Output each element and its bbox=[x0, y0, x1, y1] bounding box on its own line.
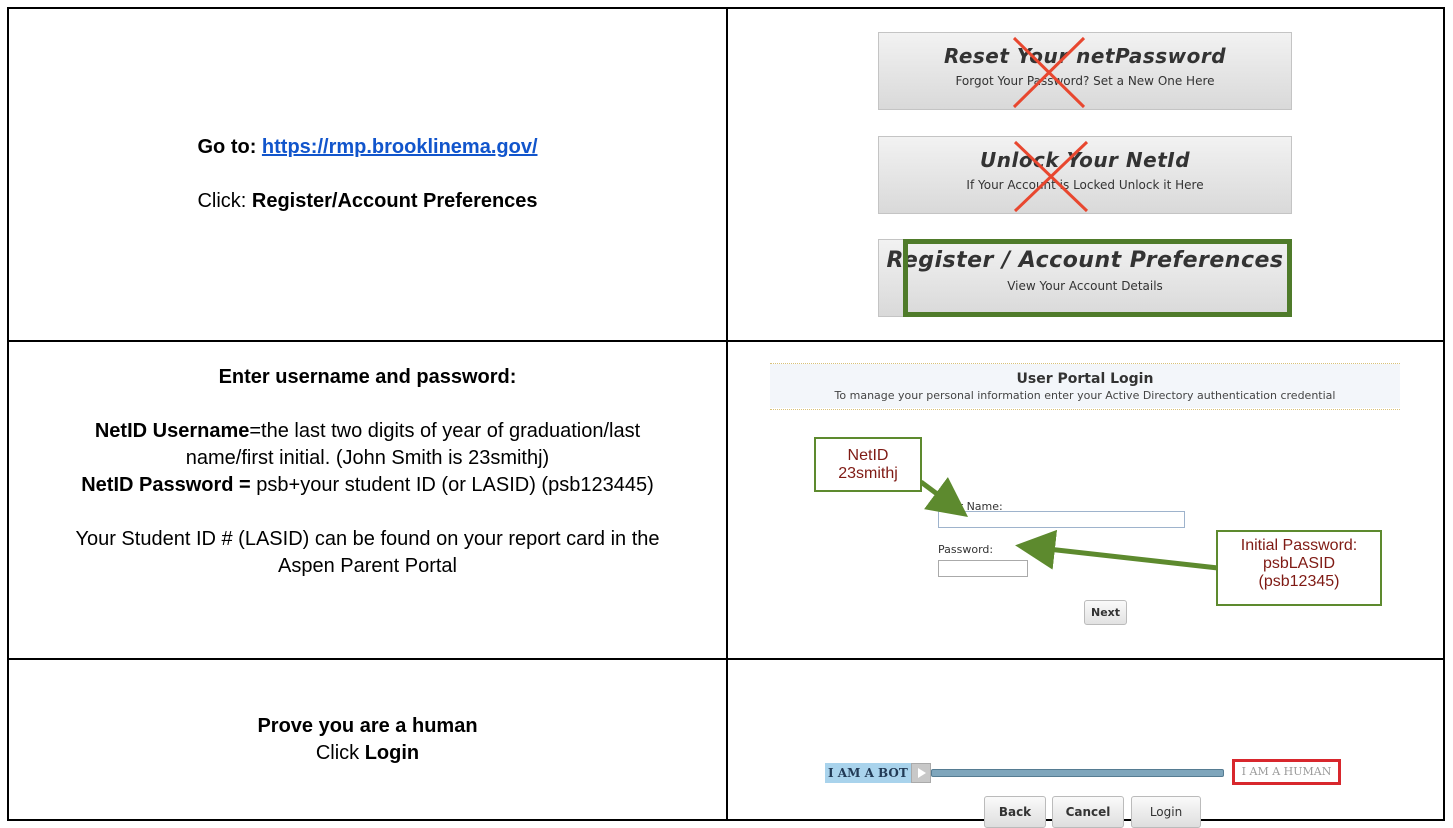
human-target[interactable]: I AM A HUMAN bbox=[1232, 759, 1341, 785]
netid-callout-line1: NetID bbox=[847, 447, 889, 464]
bot-label: I AM A BOT bbox=[825, 763, 911, 783]
play-arrow-icon bbox=[918, 768, 926, 778]
password-callout-line1: Initial Password: bbox=[1240, 537, 1358, 554]
arrow-icon bbox=[1015, 529, 1219, 571]
arrow-icon bbox=[919, 477, 969, 517]
login-click-label: Click bbox=[315, 741, 365, 764]
step3-heading: Prove you are a human bbox=[257, 714, 478, 737]
back-button[interactable]: Back bbox=[984, 796, 1046, 828]
login-button[interactable]: Login bbox=[1131, 796, 1201, 828]
password-callout: Initial Password: psbLASID (psb12345) bbox=[1216, 530, 1382, 606]
password-callout-line2: psbLASID bbox=[1262, 555, 1336, 572]
human-slider-track[interactable] bbox=[931, 769, 1224, 777]
login-click-target: Login bbox=[364, 741, 420, 764]
login-instruction: Click Login bbox=[316, 740, 419, 767]
slider-handle[interactable] bbox=[911, 763, 931, 783]
cancel-button[interactable]: Cancel bbox=[1052, 796, 1124, 828]
netid-callout-line2: 23smithj bbox=[838, 465, 898, 482]
password-callout-line3: (psb12345) bbox=[1258, 573, 1340, 590]
step3-instructions: Prove you are a human Click Login bbox=[9, 660, 726, 819]
netid-callout: NetID 23smithj bbox=[814, 437, 922, 492]
